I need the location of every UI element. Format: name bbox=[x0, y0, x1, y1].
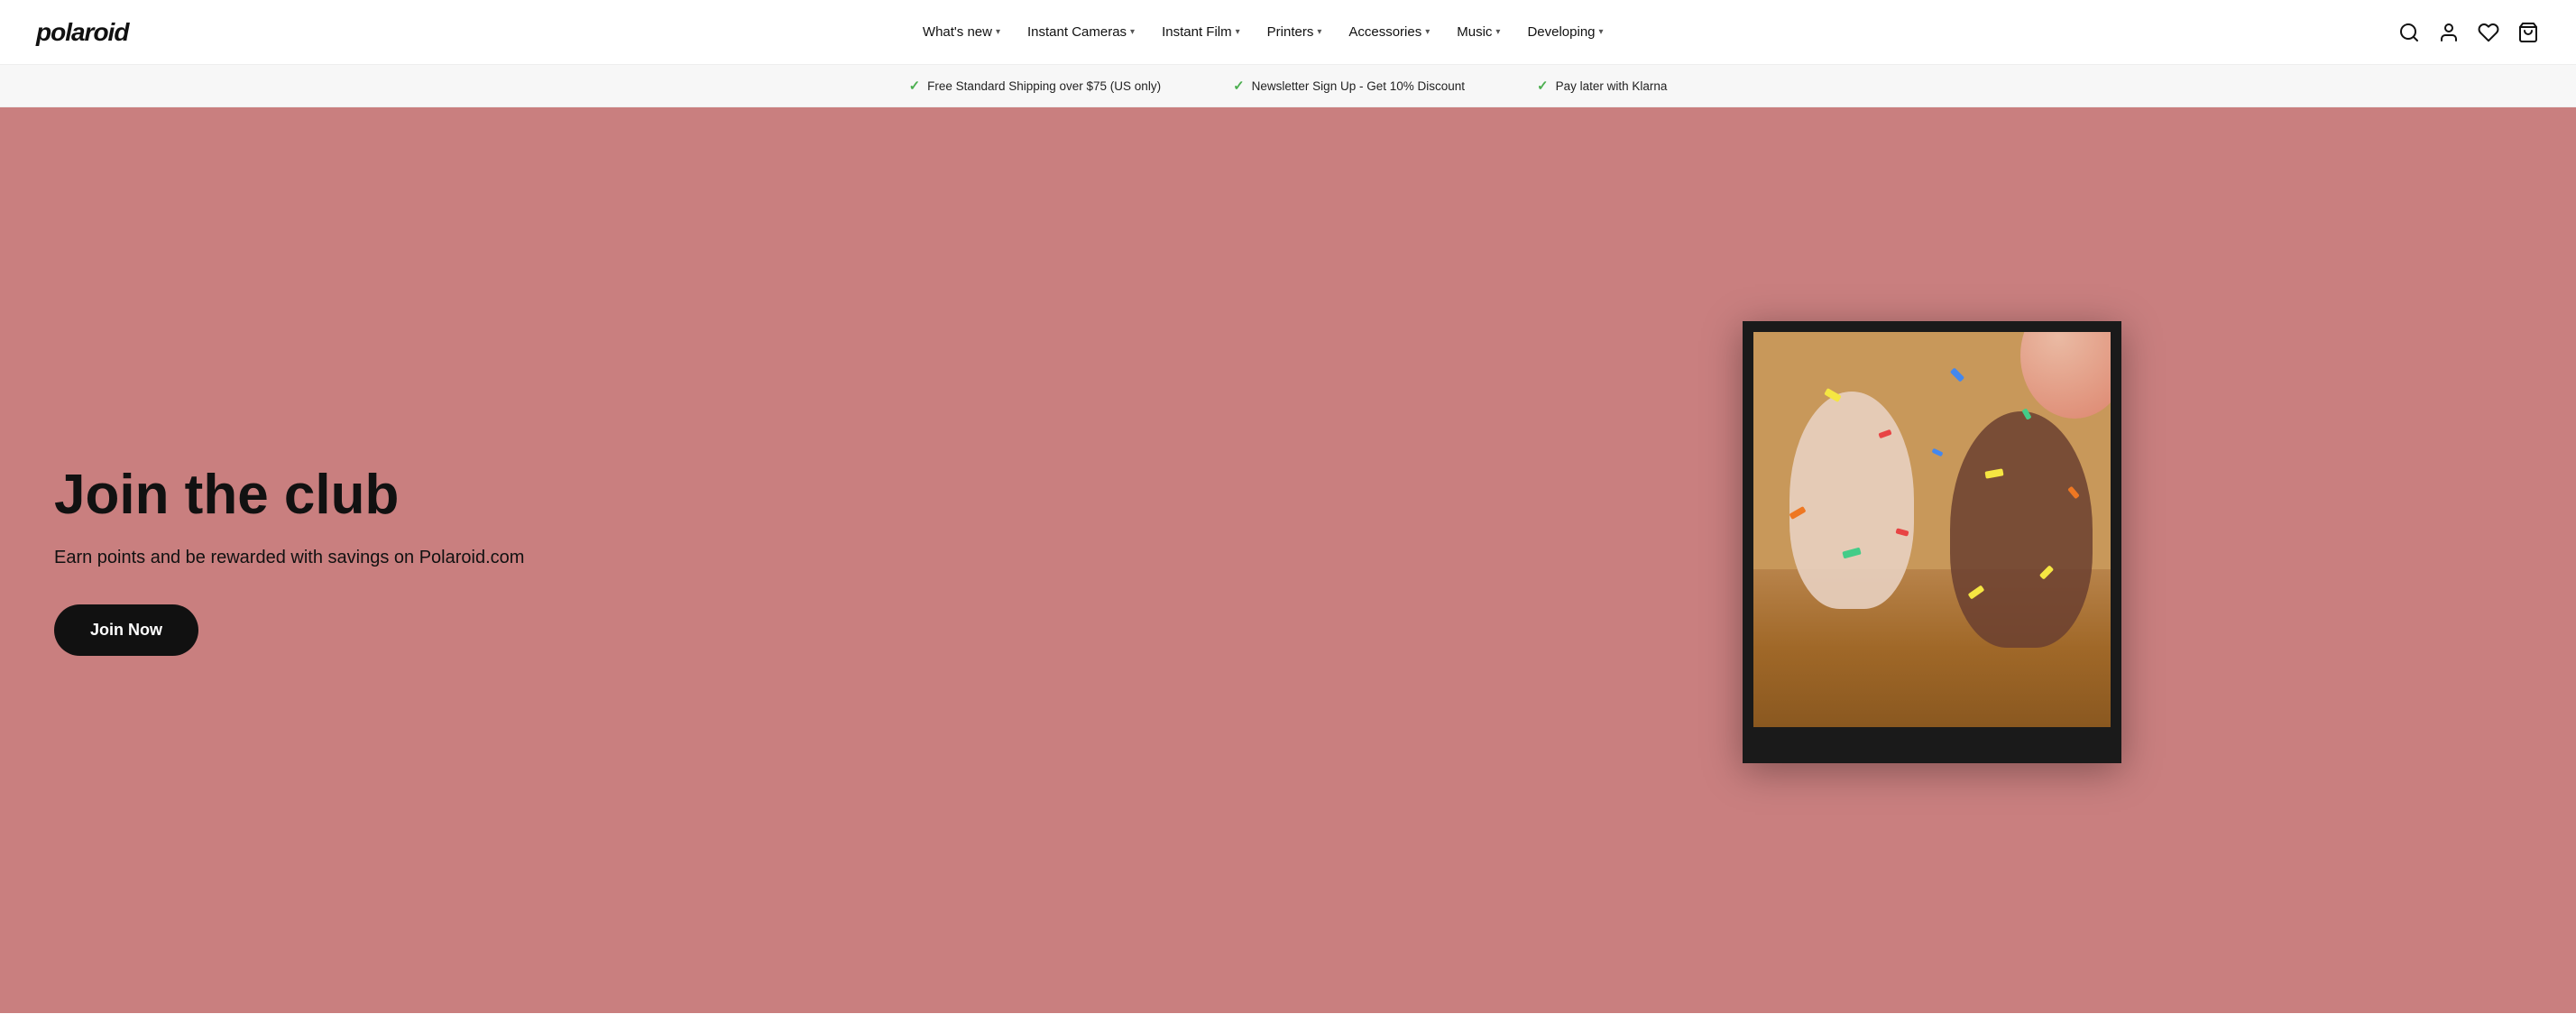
nav-developing-label: Developing bbox=[1527, 24, 1595, 40]
chevron-down-icon: ▾ bbox=[1130, 27, 1135, 37]
chevron-down-icon: ▾ bbox=[1425, 27, 1430, 37]
promo-bar: ✓ Free Standard Shipping over $75 (US on… bbox=[0, 65, 2576, 107]
confetti-9 bbox=[1932, 448, 1944, 457]
cart-icon[interactable] bbox=[2516, 21, 2540, 44]
site-logo[interactable]: polaroid bbox=[36, 18, 128, 47]
promo-shipping: ✓ Free Standard Shipping over $75 (US on… bbox=[909, 78, 1161, 94]
nav-instant-film[interactable]: Instant Film ▾ bbox=[1149, 17, 1253, 47]
chevron-down-icon: ▾ bbox=[1599, 27, 1604, 37]
promo-klarna: ✓ Pay later with Klarna bbox=[1537, 78, 1667, 94]
hero-content: Join the club Earn points and be rewarde… bbox=[0, 465, 578, 656]
nav-instant-cameras[interactable]: Instant Cameras ▾ bbox=[1015, 17, 1147, 47]
account-icon[interactable] bbox=[2437, 21, 2461, 44]
promo-shipping-text: Free Standard Shipping over $75 (US only… bbox=[927, 79, 1161, 93]
promo-newsletter: ✓ Newsletter Sign Up - Get 10% Discount bbox=[1233, 78, 1465, 94]
photo-balloon bbox=[2020, 332, 2111, 419]
nav-whats-new-label: What's new bbox=[923, 24, 992, 40]
hero-title: Join the club bbox=[54, 465, 524, 526]
check-icon: ✓ bbox=[909, 78, 921, 94]
photo-scene bbox=[1753, 332, 2111, 727]
photo-person-2 bbox=[1950, 411, 2093, 649]
search-icon[interactable] bbox=[2397, 21, 2421, 44]
header-icons bbox=[2397, 21, 2540, 44]
check-icon: ✓ bbox=[1233, 78, 1245, 94]
chevron-down-icon: ▾ bbox=[1495, 27, 1500, 37]
polaroid-photo bbox=[1753, 332, 2111, 727]
promo-klarna-text: Pay later with Klarna bbox=[1556, 79, 1668, 93]
promo-newsletter-text: Newsletter Sign Up - Get 10% Discount bbox=[1252, 79, 1465, 93]
chevron-down-icon: ▾ bbox=[1317, 27, 1321, 37]
hero-section: Join the club Earn points and be rewarde… bbox=[0, 107, 2576, 1013]
wishlist-icon[interactable] bbox=[2477, 21, 2500, 44]
confetti-3 bbox=[1950, 367, 1964, 382]
hero-subtitle: Earn points and be rewarded with savings… bbox=[54, 548, 524, 568]
join-now-button[interactable]: Join Now bbox=[54, 604, 198, 656]
hero-image-area bbox=[1288, 107, 2576, 1013]
nav-whats-new[interactable]: What's new ▾ bbox=[910, 17, 1013, 47]
nav-accessories-label: Accessories bbox=[1348, 24, 1421, 40]
main-nav: What's new ▾ Instant Cameras ▾ Instant F… bbox=[128, 17, 2397, 47]
nav-printers[interactable]: Printers ▾ bbox=[1255, 17, 1335, 47]
nav-instant-cameras-label: Instant Cameras bbox=[1027, 24, 1127, 40]
nav-instant-film-label: Instant Film bbox=[1162, 24, 1232, 40]
photo-person-1 bbox=[1789, 392, 1915, 609]
check-icon: ✓ bbox=[1537, 78, 1549, 94]
nav-printers-label: Printers bbox=[1267, 24, 1314, 40]
polaroid-frame bbox=[1743, 321, 2121, 763]
nav-developing[interactable]: Developing ▾ bbox=[1514, 17, 1615, 47]
nav-music-label: Music bbox=[1457, 24, 1492, 40]
chevron-down-icon: ▾ bbox=[996, 27, 1000, 37]
site-header: polaroid What's new ▾ Instant Cameras ▾ … bbox=[0, 0, 2576, 65]
nav-music[interactable]: Music ▾ bbox=[1444, 17, 1513, 47]
chevron-down-icon: ▾ bbox=[1236, 27, 1240, 37]
nav-accessories[interactable]: Accessories ▾ bbox=[1336, 17, 1442, 47]
